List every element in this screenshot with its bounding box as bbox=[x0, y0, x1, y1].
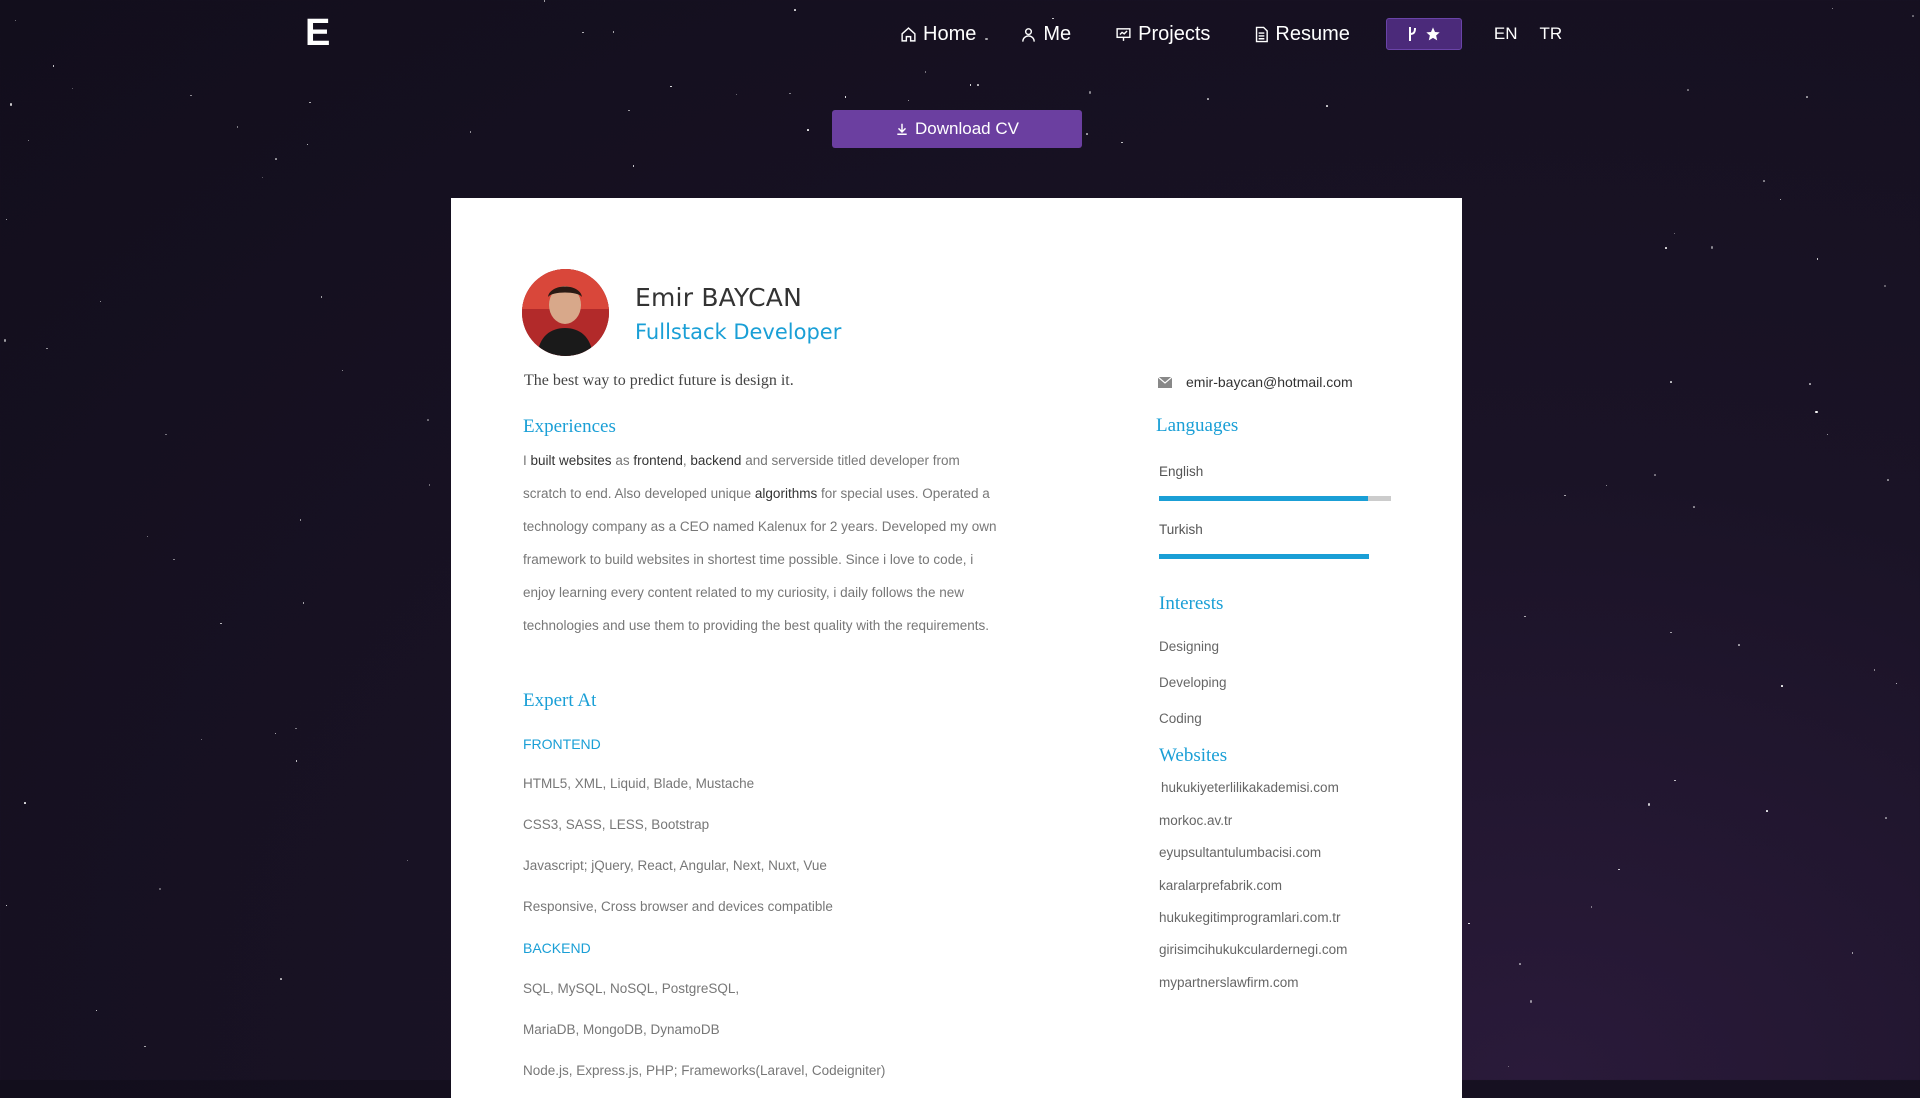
backend-skill: SQL, MySQL, NoSQL, PostgreSQL, bbox=[523, 981, 740, 996]
backend-label: BACKEND bbox=[523, 940, 591, 956]
language-level-bar bbox=[1159, 554, 1369, 559]
nav-me[interactable]: Me bbox=[1020, 23, 1071, 46]
nav-me-label: Me bbox=[1043, 22, 1072, 45]
email-address: emir-baycan@hotmail.com bbox=[1186, 374, 1353, 390]
fork-icon bbox=[1408, 27, 1416, 41]
language-name: English bbox=[1159, 464, 1204, 479]
frontend-skill: Responsive, Cross browser and devices co… bbox=[523, 899, 833, 914]
navbar: E Home Me Projects Resume EN TR bbox=[0, 0, 1920, 64]
highlight-word: frontend bbox=[633, 453, 683, 468]
highlight-word: built websites bbox=[530, 453, 612, 468]
profile-motto: The best way to predict future is design… bbox=[524, 372, 794, 389]
avatar bbox=[522, 269, 609, 356]
interest-item: Developing bbox=[1159, 675, 1227, 690]
nav-home[interactable]: Home bbox=[900, 23, 976, 46]
resume-card: Emir BAYCAN Fullstack Developer The best… bbox=[451, 198, 1462, 1098]
website-link[interactable]: hukukiyeterlilikakademisi.com bbox=[1161, 780, 1339, 795]
frontend-label: FRONTEND bbox=[523, 736, 601, 752]
experiences-heading: Experiences bbox=[523, 416, 616, 437]
language-level-fill bbox=[1159, 496, 1368, 501]
nav-resume[interactable]: Resume bbox=[1254, 22, 1350, 46]
language-level-fill bbox=[1159, 554, 1369, 559]
highlight-word: backend bbox=[690, 453, 742, 468]
interest-item: Coding bbox=[1159, 711, 1202, 726]
profile-name: Emir BAYCAN bbox=[635, 283, 802, 312]
lang-tr[interactable]: TR bbox=[1540, 24, 1563, 44]
profile-title: Fullstack Developer bbox=[635, 320, 842, 344]
nav-projects[interactable]: Projects bbox=[1115, 23, 1210, 46]
home-icon bbox=[901, 26, 916, 42]
languages-heading: Languages bbox=[1156, 415, 1239, 436]
download-icon bbox=[897, 123, 907, 135]
website-link[interactable]: karalarprefabrik.com bbox=[1159, 878, 1282, 893]
presentation-icon bbox=[1116, 27, 1131, 41]
frontend-skill: HTML5, XML, Liquid, Blade, Mustache bbox=[523, 776, 755, 791]
site-logo[interactable]: E bbox=[305, 12, 331, 55]
email-row[interactable]: emir-baycan@hotmail.com bbox=[1158, 374, 1353, 390]
frontend-skill: Javascript; jQuery, React, Angular, Next… bbox=[523, 858, 827, 873]
frontend-skill: CSS3, SASS, LESS, Bootstrap bbox=[523, 817, 710, 832]
download-cv-label: Download CV bbox=[915, 119, 1019, 138]
text-fragment: as bbox=[611, 453, 634, 468]
website-link[interactable]: mypartnerslawfirm.com bbox=[1159, 975, 1299, 990]
highlight-word: algorithms bbox=[754, 486, 818, 501]
star-icon bbox=[1426, 27, 1440, 41]
websites-heading: Websites bbox=[1159, 745, 1228, 766]
backend-skill: Node.js, Express.js, PHP; Frameworks(Lar… bbox=[523, 1063, 886, 1078]
website-link[interactable]: girisimcihukukculardernegi.com bbox=[1159, 942, 1347, 957]
website-link[interactable]: eyupsultantulumbacisi.com bbox=[1159, 845, 1321, 860]
envelope-icon bbox=[1158, 376, 1172, 388]
backend-skill: MariaDB, MongoDB, DynamoDB bbox=[523, 1022, 720, 1037]
github-star-button[interactable] bbox=[1385, 18, 1462, 50]
interest-item: Designing bbox=[1159, 639, 1220, 654]
text-fragment: I bbox=[523, 453, 531, 468]
expert-heading: Expert At bbox=[523, 690, 597, 711]
experiences-text: I built websites as frontend, backend an… bbox=[523, 444, 1003, 642]
language-name: Turkish bbox=[1159, 522, 1203, 537]
language-level-bar bbox=[1159, 496, 1391, 501]
lang-en[interactable]: EN bbox=[1494, 24, 1518, 44]
user-icon bbox=[1022, 27, 1036, 42]
download-cv-button[interactable]: Download CV bbox=[832, 110, 1082, 148]
nav-home-label: Home bbox=[923, 22, 977, 45]
nav-links: Home Me Projects Resume EN TR bbox=[900, 18, 1584, 50]
text-fragment: for special uses. Operated a technology … bbox=[523, 486, 997, 633]
website-link[interactable]: hukukegitimprogramlari.com.tr bbox=[1159, 910, 1341, 925]
nav-resume-label: Resume bbox=[1275, 22, 1350, 45]
website-link[interactable]: morkoc.av.tr bbox=[1159, 813, 1232, 828]
document-icon bbox=[1256, 26, 1269, 42]
nav-projects-label: Projects bbox=[1138, 22, 1211, 45]
interests-heading: Interests bbox=[1159, 593, 1224, 614]
